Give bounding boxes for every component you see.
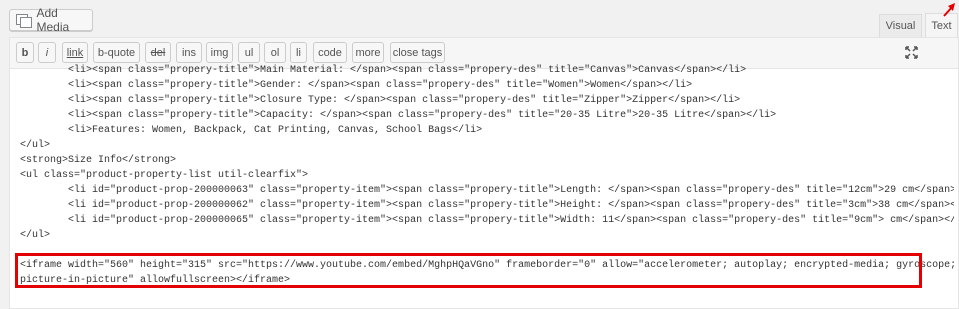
link-button[interactable]: link bbox=[62, 42, 88, 63]
code-line: <ul class="product-property-list util-cl… bbox=[20, 170, 309, 181]
code-line: </ul> bbox=[20, 230, 51, 241]
code-line: <li>Features: Women, Backpack, Cat Print… bbox=[20, 125, 483, 136]
code-line: <li><span class="propery-title">Gender: … bbox=[20, 80, 693, 91]
code-line: <li id="product-prop-200000062" class="p… bbox=[20, 200, 954, 211]
blockquote-button[interactable]: b-quote bbox=[93, 42, 140, 63]
ol-button[interactable]: ol bbox=[264, 42, 286, 63]
media-icon bbox=[15, 13, 32, 28]
tab-visual[interactable]: Visual bbox=[879, 14, 922, 37]
code-line: </ul> bbox=[20, 140, 51, 151]
close-tags-button[interactable]: close tags bbox=[390, 42, 445, 63]
bold-button[interactable]: b bbox=[16, 42, 34, 63]
more-button[interactable]: more bbox=[352, 42, 384, 63]
code-button[interactable]: code bbox=[313, 42, 347, 63]
img-button[interactable]: img bbox=[206, 42, 233, 63]
add-media-label: Add Media bbox=[36, 6, 70, 34]
code-line: <li><span class="propery-title">Closure … bbox=[20, 95, 741, 106]
italic-button[interactable]: i bbox=[38, 42, 56, 63]
code-line: <li id="product-prop-200000063" class="p… bbox=[20, 185, 954, 196]
add-media-button[interactable]: Add Media bbox=[9, 6, 93, 34]
code-line: <li id="product-prop-200000065" class="p… bbox=[20, 215, 954, 226]
code-line: <strong>Size Info</strong> bbox=[20, 155, 177, 166]
ins-button[interactable]: ins bbox=[176, 42, 202, 63]
code-line: <li><span class="propery-title">Capacity… bbox=[20, 110, 777, 121]
del-button[interactable]: del bbox=[145, 42, 171, 63]
ul-button[interactable]: ul bbox=[238, 42, 260, 63]
arrow-annotation-icon bbox=[943, 3, 955, 17]
li-button[interactable]: li bbox=[290, 42, 307, 63]
fullscreen-icon[interactable] bbox=[905, 46, 918, 59]
iframe-highlight-box bbox=[15, 253, 922, 288]
code-line: <li><span class="propery-title">Main Mat… bbox=[20, 65, 747, 76]
